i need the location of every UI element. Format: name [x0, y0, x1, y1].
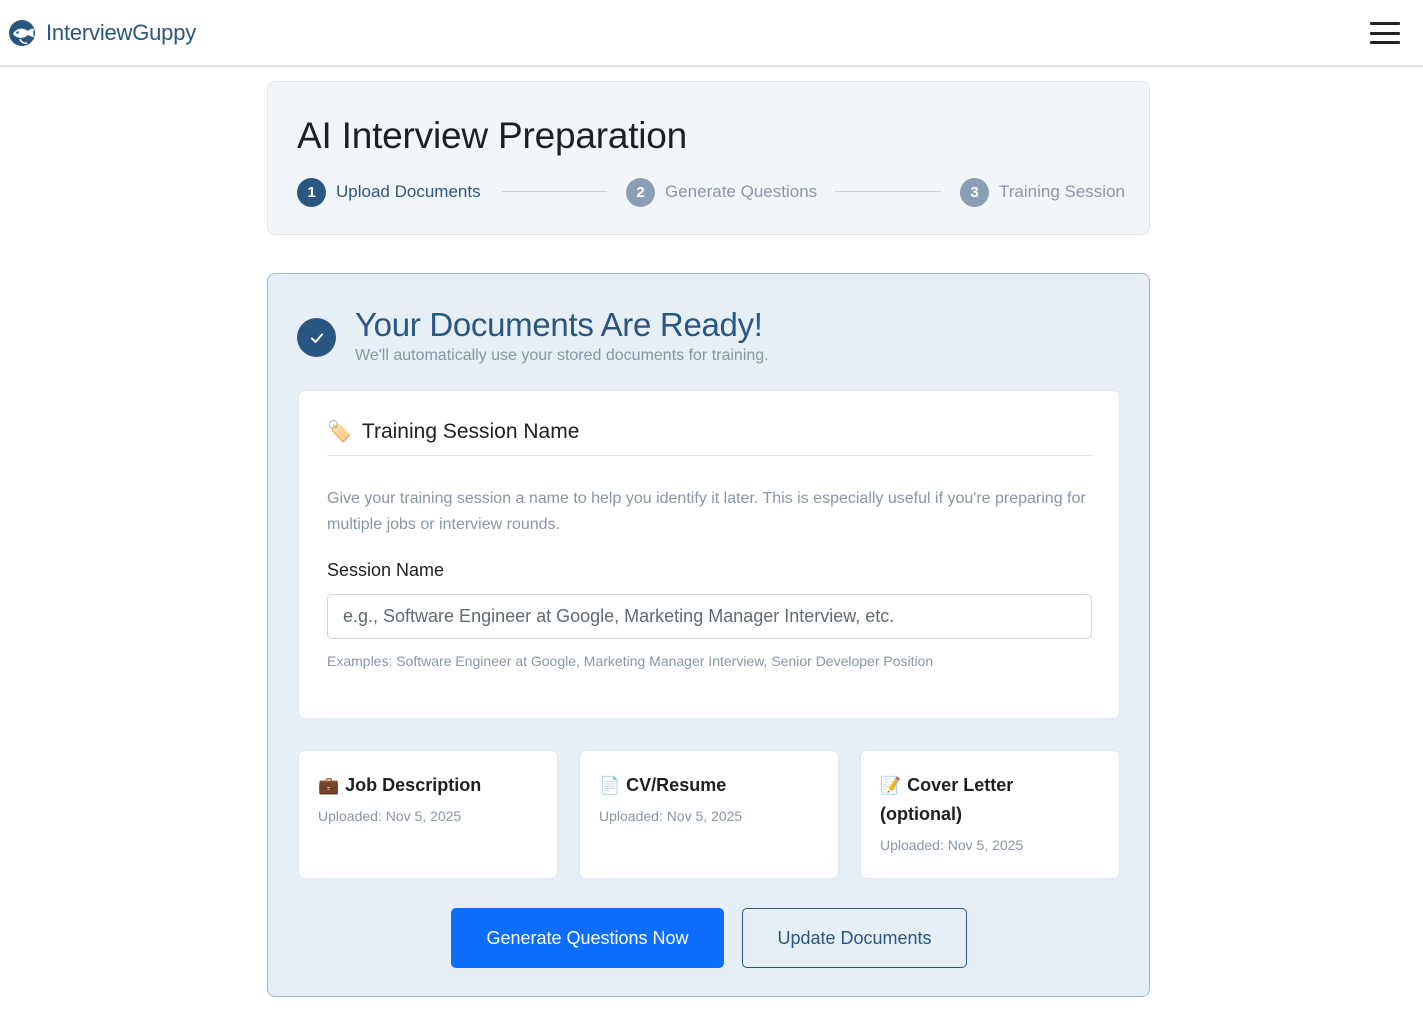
cover-letter-card: 📝 Cover Letter (optional) Uploaded: Nov 5…	[860, 750, 1120, 879]
menu-bar-line	[1370, 41, 1400, 44]
session-name-card: 🏷️ Training Session Name Give your train…	[298, 390, 1120, 719]
ready-subtitle: We'll automatically use your stored docu…	[355, 347, 769, 364]
progress-steps-card: AI Interview Preparation 1 Upload Docume…	[267, 81, 1150, 235]
step-label: Generate Questions	[665, 182, 818, 201]
fish-logo-icon	[9, 20, 35, 46]
menu-bar-line	[1370, 22, 1400, 25]
doc-uploaded-date: Uploaded: Nov 5, 2025	[318, 808, 462, 824]
doc-title: 📝 Cover Letter (optional)	[880, 771, 1100, 829]
doc-uploaded-date: Uploaded: Nov 5, 2025	[599, 808, 743, 824]
session-examples-hint: Examples: Software Engineer at Google, M…	[327, 653, 934, 669]
step-label: Training Session	[999, 182, 1125, 201]
step-connector	[835, 191, 941, 192]
doc-title: 📄 CV/Resume	[599, 771, 819, 800]
step-label: Upload Documents	[336, 182, 481, 201]
cv-resume-card: 📄 CV/Resume Uploaded: Nov 5, 2025	[579, 750, 839, 879]
session-name-header: 🏷️ Training Session Name	[327, 419, 1092, 456]
label-tag-icon: 🏷️	[327, 421, 352, 443]
hamburger-menu-icon[interactable]	[1370, 22, 1400, 44]
brand-link[interactable]: InterviewGuppy	[8, 17, 196, 49]
step-upload-documents: 1 Upload Documents	[297, 177, 481, 207]
ready-title: Your Documents Are Ready!	[355, 306, 763, 343]
top-navbar: InterviewGuppy	[0, 0, 1423, 67]
session-name-title: Training Session Name	[361, 420, 580, 443]
documents-ready-card: Your Documents Are Ready! We'll automati…	[267, 273, 1150, 997]
session-description: Give your training session a name to hel…	[327, 490, 1086, 533]
briefcase-icon: 💼	[318, 776, 340, 795]
checkmark-icon	[297, 318, 336, 357]
memo-pencil-icon: 📝	[880, 776, 902, 795]
step-training-session: 3 Training Session	[960, 177, 1125, 207]
step-connector	[502, 191, 607, 192]
session-name-label: Session Name	[327, 560, 445, 580]
step-generate-questions: 2 Generate Questions	[626, 177, 817, 207]
step-number: 1	[297, 177, 326, 207]
doc-title-text: Job Description	[345, 775, 482, 795]
page-title: AI Interview Preparation	[297, 115, 688, 156]
doc-title-text: CV/Resume	[626, 775, 727, 795]
step-number: 3	[960, 177, 989, 207]
generate-questions-button[interactable]: Generate Questions Now	[451, 908, 724, 968]
doc-title: 💼 Job Description	[318, 771, 538, 800]
doc-uploaded-date: Uploaded: Nov 5, 2025	[880, 837, 1024, 853]
step-number: 2	[626, 177, 655, 207]
update-documents-button[interactable]: Update Documents	[742, 908, 967, 968]
session-name-input[interactable]	[327, 594, 1092, 639]
menu-bar-line	[1370, 31, 1400, 35]
job-description-card: 💼 Job Description Uploaded: Nov 5, 2025	[298, 750, 558, 879]
brand-name: InterviewGuppy	[46, 20, 197, 45]
document-icon: 📄	[599, 776, 621, 795]
